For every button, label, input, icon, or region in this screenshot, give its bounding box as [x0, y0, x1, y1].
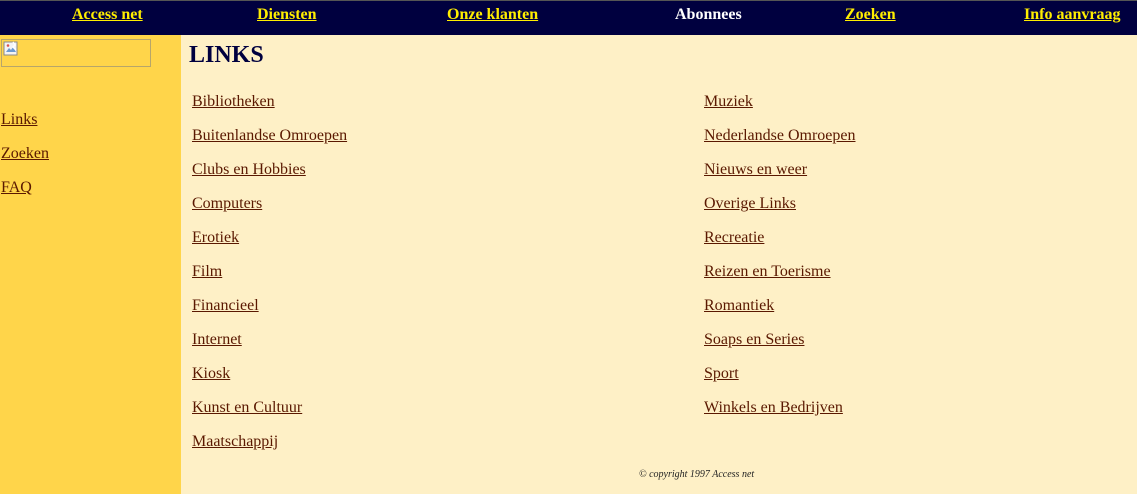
- link-internet[interactable]: Internet: [192, 331, 242, 349]
- nav-onze-klanten[interactable]: Onze klanten: [447, 6, 538, 24]
- link-bibliotheken[interactable]: Bibliotheken: [192, 93, 275, 111]
- link-clubs-en-hobbies[interactable]: Clubs en Hobbies: [192, 161, 306, 179]
- nav-abonnees: Abonnees: [675, 6, 742, 23]
- link-computers[interactable]: Computers: [192, 195, 262, 213]
- nav-diensten[interactable]: Diensten: [257, 6, 317, 24]
- link-buitenlandse-omroepen[interactable]: Buitenlandse Omroepen: [192, 127, 347, 145]
- link-winkels-en-bedrijven[interactable]: Winkels en Bedrijven: [704, 399, 843, 417]
- link-romantiek[interactable]: Romantiek: [704, 297, 774, 315]
- link-nederlandse-omroepen[interactable]: Nederlandse Omroepen: [704, 127, 856, 145]
- link-financieel[interactable]: Financieel: [192, 297, 259, 315]
- link-kunst-en-cultuur[interactable]: Kunst en Cultuur: [192, 399, 302, 417]
- nav-zoeken[interactable]: Zoeken: [845, 6, 896, 24]
- link-nieuws-en-weer[interactable]: Nieuws en weer: [704, 161, 807, 179]
- link-overige-links[interactable]: Overige Links: [704, 195, 796, 213]
- link-sport[interactable]: Sport: [704, 365, 739, 383]
- logo-image[interactable]: [1, 39, 151, 67]
- nav-info-aanvraag[interactable]: Info aanvraag: [1024, 6, 1120, 24]
- copyright-notice: © copyright 1997 Access net: [639, 469, 755, 480]
- page-title: LINKS: [189, 42, 264, 68]
- main-content: LINKS Bibliotheken Buitenlandse Omroepen…: [181, 35, 1137, 494]
- link-maatschappij[interactable]: Maatschappij: [192, 433, 278, 451]
- sidebar-link-links[interactable]: Links: [1, 111, 37, 129]
- link-reizen-en-toerisme[interactable]: Reizen en Toerisme: [704, 263, 831, 281]
- broken-image-icon: [3, 41, 18, 56]
- top-navigation-bar: Access net Diensten Onze klanten Abonnee…: [0, 0, 1137, 35]
- link-muziek[interactable]: Muziek: [704, 93, 753, 111]
- nav-access-net[interactable]: Access net: [72, 6, 143, 24]
- sidebar-link-zoeken[interactable]: Zoeken: [1, 145, 49, 163]
- sidebar-link-faq[interactable]: FAQ: [1, 179, 32, 197]
- sidebar: Links Zoeken FAQ: [0, 35, 181, 494]
- link-soaps-en-series[interactable]: Soaps en Series: [704, 331, 804, 349]
- link-kiosk[interactable]: Kiosk: [192, 365, 230, 383]
- link-erotiek[interactable]: Erotiek: [192, 229, 239, 247]
- link-recreatie[interactable]: Recreatie: [704, 229, 764, 247]
- link-film[interactable]: Film: [192, 263, 222, 281]
